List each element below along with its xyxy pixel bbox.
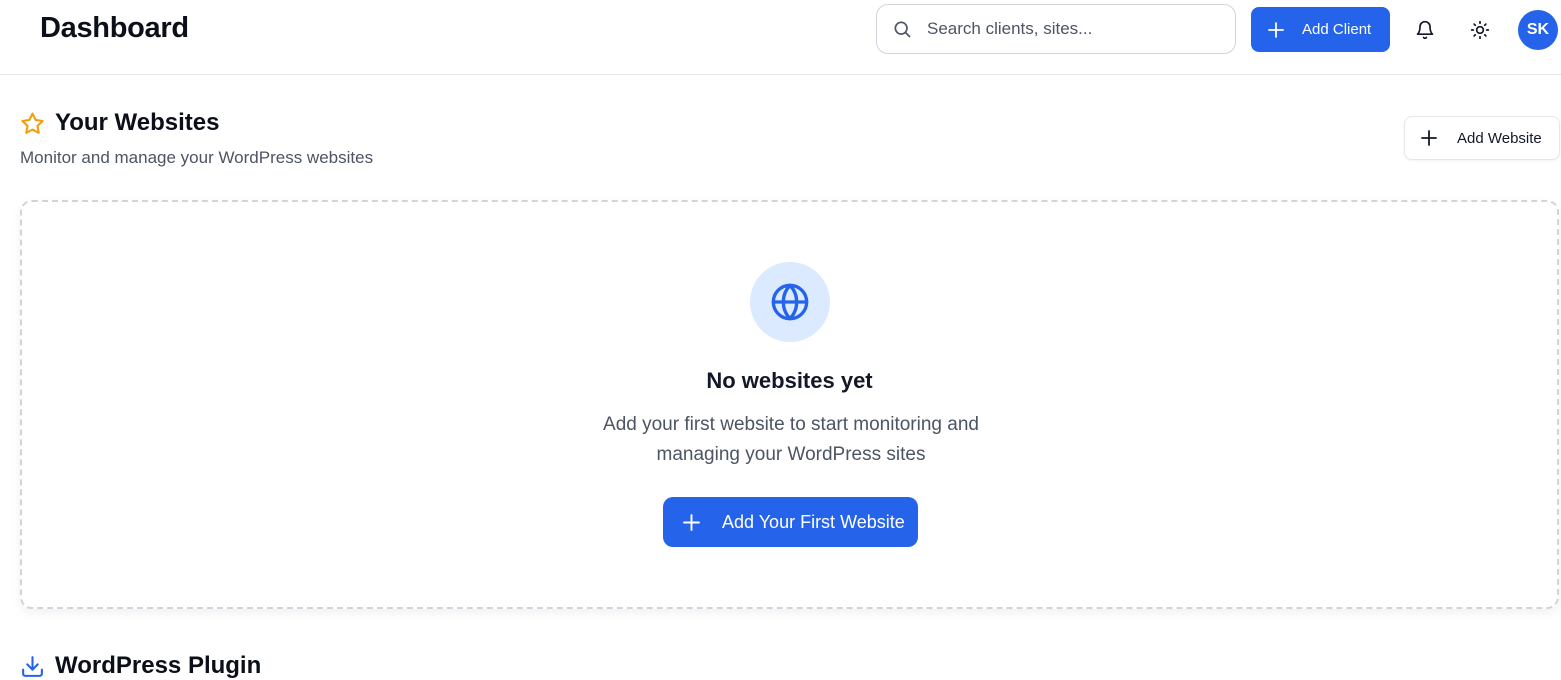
plus-icon [1268,21,1284,38]
avatar[interactable]: SK [1518,10,1558,50]
empty-state-title: No websites yet [706,368,873,393]
add-first-website-label: Add Your First Website [722,511,905,532]
add-client-button[interactable]: Add Client [1251,7,1390,52]
notifications-button[interactable] [1407,12,1443,48]
download-icon [20,654,45,679]
page-title: Dashboard [40,12,189,44]
add-website-label: Add Website [1457,129,1542,147]
star-icon [20,111,45,136]
plugin-section-header: WordPress Plugin [20,652,261,680]
add-first-website-button[interactable]: Add Your First Website [663,497,918,547]
section-subtitle: Monitor and manage your WordPress websit… [20,148,374,167]
section-title: Your Websites [55,109,220,136]
plugin-section-title: WordPress Plugin [55,652,262,679]
theme-toggle-button[interactable] [1462,12,1498,48]
empty-state-card: No websites yet Add your first website t… [20,200,1559,609]
add-client-label: Add Client [1302,21,1372,38]
add-website-button[interactable]: Add Website [1404,116,1560,160]
bell-icon [1415,20,1435,40]
search-box[interactable] [876,4,1236,54]
plus-icon [1421,130,1437,146]
empty-state-text: Add your first website to start monitori… [603,414,979,465]
sun-icon [1470,20,1490,40]
websites-header: Your Websites [20,109,219,137]
search-icon [892,19,912,39]
search-input[interactable] [927,19,1207,39]
plus-icon [683,513,700,531]
globe-badge [750,262,830,342]
globe-icon [770,282,810,322]
top-bar: Dashboard Add Client SK [0,0,1561,75]
